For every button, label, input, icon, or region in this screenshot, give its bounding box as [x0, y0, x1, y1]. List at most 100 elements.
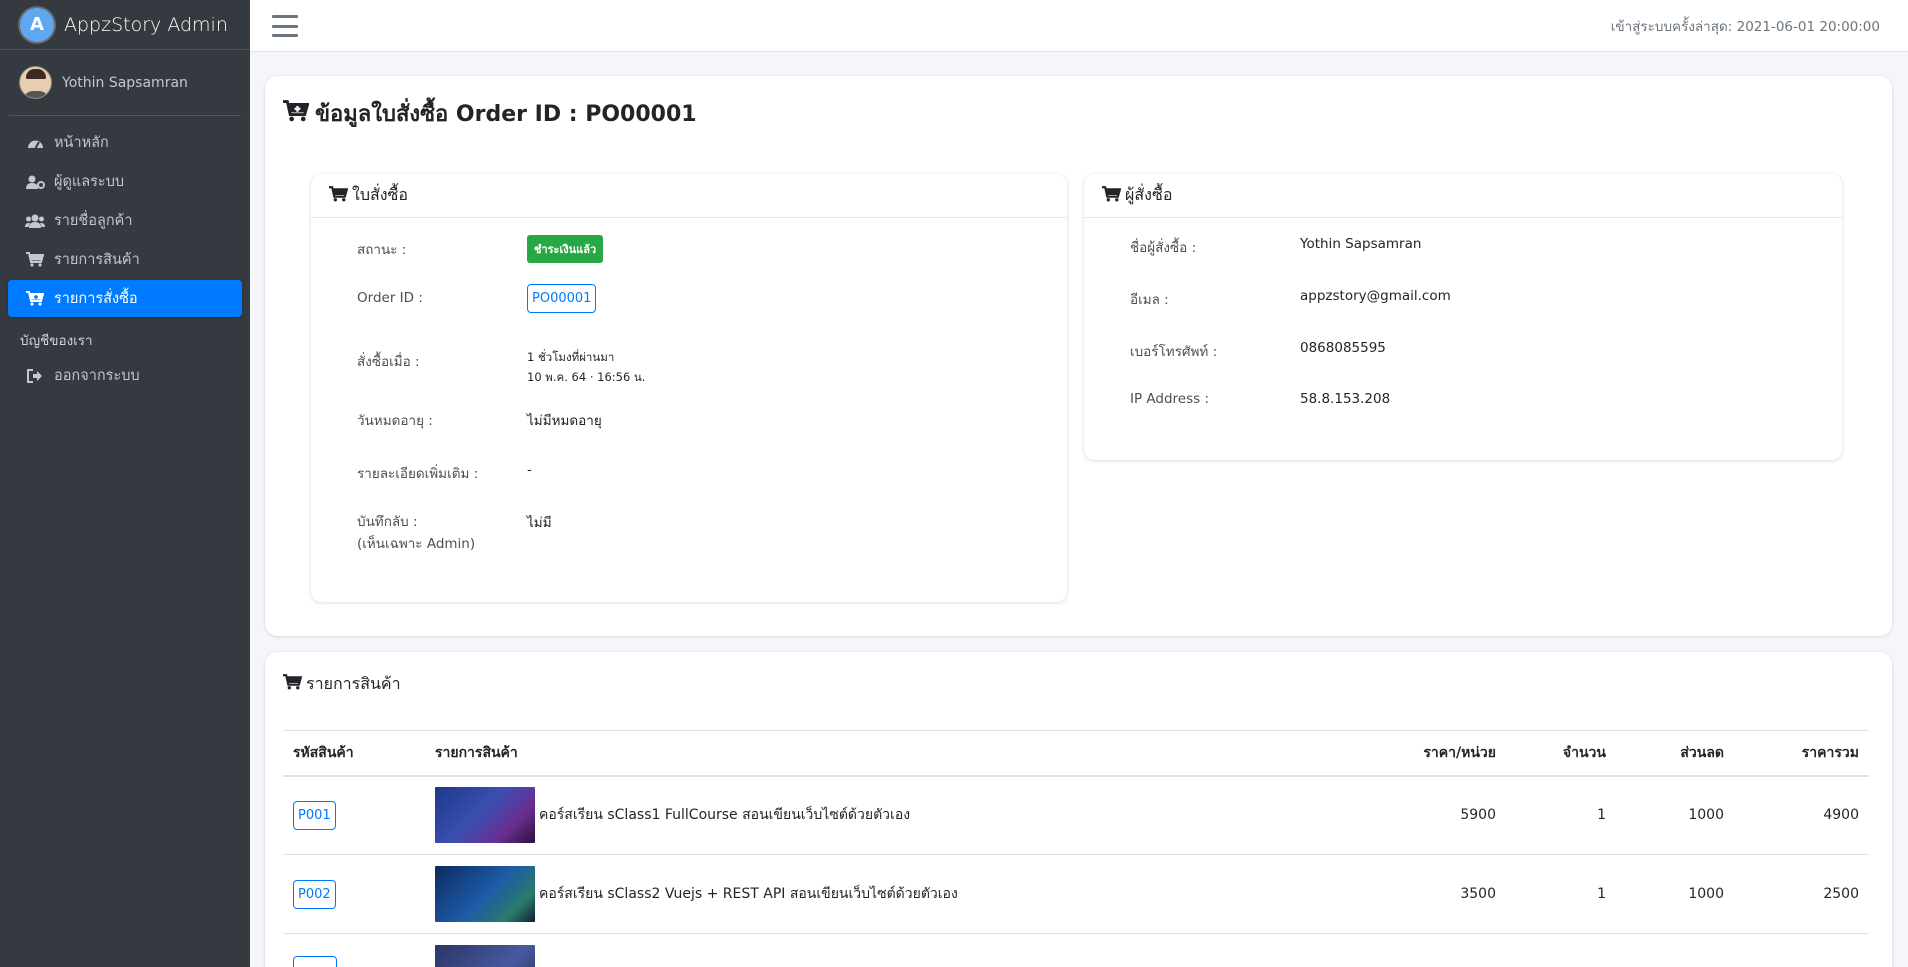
product-qty: 1 — [1506, 775, 1616, 855]
ordered-at-label: สั่งซื้อเมื่อ : — [357, 354, 420, 370]
buyer-phone-label: เบอร์โทรศัพท์ : — [1130, 344, 1218, 360]
buyer-name-label: ชื่อผู้สั่งซื้อ : — [1130, 240, 1197, 256]
table-row — [283, 933, 1869, 967]
details-value: - — [527, 462, 532, 478]
column-header: รายการสินค้า — [425, 730, 1346, 777]
note-label: บันทึกลับ : — [357, 514, 418, 530]
status-value-wrap: ชำระเงินแล้ว — [527, 235, 927, 263]
sidebar: A AppzStory Admin Yothin Sapsamran หน้าห… — [0, 0, 250, 967]
products-card-header: รายการสินค้า — [283, 672, 401, 697]
order-id-button[interactable]: PO00001 — [527, 284, 597, 313]
product-thumbnail — [435, 866, 535, 922]
order-card-title: ใบสั่งซื้อ — [352, 185, 409, 204]
buyer-card-title: ผู้สั่งซื้อ — [1125, 185, 1173, 204]
ordered-at-relative: 1 ชั่วโมงที่ผ่านมา — [527, 350, 615, 364]
sidebar-item-label: รายชื่อลูกค้า — [54, 213, 133, 229]
buyer-phone-value: 0868085595 — [1300, 340, 1386, 356]
product-code-cell: P001 — [283, 775, 425, 855]
sidebar-item-label: ผู้ดูแลระบบ — [54, 174, 125, 190]
buyer-card: ผู้สั่งซื้อ ชื่อผู้สั่งซื้อ : Yothin Sap… — [1084, 174, 1842, 460]
cart-plus-icon — [24, 291, 46, 306]
user-cog-icon — [24, 175, 46, 189]
last-login-text: เข้าสู่ระบบครั้งล่าสุด: 2021-06-01 20:00… — [1610, 19, 1880, 35]
product-price: 5900 — [1346, 775, 1506, 855]
cart-icon — [24, 252, 46, 267]
menu-toggle-icon[interactable] — [272, 15, 298, 37]
sidebar-item-label: หน้าหลัก — [54, 135, 109, 151]
order-details-card: ใบสั่งซื้อ สถานะ : ชำระเงินแล้ว Order ID… — [311, 174, 1067, 602]
sidebar-item-dashboard[interactable]: หน้าหลัก — [8, 124, 242, 161]
cart-plus-icon — [329, 185, 349, 206]
product-name-cell: คอร์สเรียน sClass2 Vuejs + REST API สอนเ… — [425, 854, 1346, 934]
page-title-text: ข้อมูลใบสั่งซื้อ Order ID : PO00001 — [315, 102, 697, 127]
avatar — [19, 66, 52, 99]
page-title: ข้อมูลใบสั่งซื้อ Order ID : PO00001 — [283, 96, 697, 131]
product-thumbnail — [435, 787, 535, 844]
sidebar-nav: หน้าหลัก ผู้ดูแลระบบ รายชื่อลูกค้า รายกา… — [0, 124, 250, 394]
order-id-label: Order ID : — [357, 290, 423, 306]
product-name-cell: คอร์สเรียน sClass1 FullCourse สอนเขียนเว… — [425, 775, 1346, 855]
sidebar-item-orders[interactable]: รายการสั่งซื้อ — [8, 280, 242, 317]
product-discount — [1616, 933, 1734, 967]
product-discount: 1000 — [1616, 854, 1734, 934]
note-label-wrap: บันทึกลับ : (เห็นเฉพาะ Admin) — [357, 511, 527, 555]
buyer-name-link[interactable]: Yothin Sapsamran — [1300, 236, 1700, 252]
product-code-cell — [283, 933, 425, 967]
dashboard-icon — [24, 136, 46, 150]
note-value: ไม่มี — [527, 515, 552, 531]
sidebar-item-logout[interactable]: ออกจากระบบ — [8, 357, 242, 394]
product-qty: 1 — [1506, 854, 1616, 934]
product-code-button[interactable] — [293, 956, 337, 967]
column-header: ส่วนลด — [1616, 730, 1734, 777]
ordered-at-date: 10 พ.ค. 64 · 16:56 น. — [527, 370, 646, 384]
product-name: คอร์สเรียน sClass1 FullCourse สอนเขียนเว… — [539, 807, 911, 824]
products-card-title: รายการสินค้า — [306, 674, 401, 693]
sidebar-item-label: รายการสินค้า — [54, 252, 140, 268]
user-panel[interactable]: Yothin Sapsamran — [9, 50, 241, 116]
column-header: ราคารวม — [1734, 730, 1869, 777]
table-row: P002 คอร์สเรียน sClass2 Vuejs + REST API… — [283, 854, 1869, 934]
product-name: คอร์สเรียน sClass2 Vuejs + REST API สอนเ… — [539, 886, 958, 902]
brand-logo: A — [20, 7, 54, 42]
product-total — [1734, 933, 1869, 967]
sidebar-item-customers[interactable]: รายชื่อลูกค้า — [8, 202, 242, 239]
product-code-cell: P002 — [283, 854, 425, 934]
buyer-email-value: appzstory@gmail.com — [1300, 288, 1451, 304]
product-name-cell — [425, 933, 1346, 967]
product-total: 2500 — [1734, 854, 1869, 934]
table-header-row: รหัสสินค้า รายการสินค้า ราคา/หน่วย จำนวน… — [283, 730, 1869, 777]
column-header: ราคา/หน่วย — [1346, 730, 1506, 777]
brand[interactable]: A AppzStory Admin — [0, 0, 250, 50]
order-id-value-wrap: PO00001 — [527, 284, 927, 313]
brand-title: AppzStory Admin — [64, 13, 228, 36]
product-price: 3500 — [1346, 854, 1506, 934]
buyer-card-header: ผู้สั่งซื้อ — [1084, 174, 1842, 218]
user-name: Yothin Sapsamran — [62, 74, 188, 91]
cart-plus-icon — [283, 674, 303, 695]
status-label: สถานะ : — [357, 242, 407, 258]
status-badge: ชำระเงินแล้ว — [527, 235, 604, 263]
column-header: รหัสสินค้า — [283, 730, 425, 777]
sidebar-item-products[interactable]: รายการสินค้า — [8, 241, 242, 278]
products-card: รายการสินค้า รหัสสินค้า รายการสินค้า ราค… — [265, 652, 1892, 967]
note-sublabel: (เห็นเฉพาะ Admin) — [357, 536, 476, 552]
sidebar-item-label: ออกจากระบบ — [54, 368, 140, 384]
column-header: จำนวน — [1506, 730, 1616, 777]
sidebar-item-admins[interactable]: ผู้ดูแลระบบ — [8, 163, 242, 200]
ordered-at-value: 1 ชั่วโมงที่ผ่านมา 10 พ.ค. 64 · 16:56 น. — [527, 347, 927, 387]
product-code-button[interactable]: P001 — [293, 800, 336, 830]
product-price — [1346, 933, 1506, 967]
details-label: รายละเอียดเพิ่มเติม : — [357, 466, 479, 482]
cart-plus-icon — [283, 99, 310, 128]
buyer-ip-value: 58.8.153.208 — [1300, 391, 1391, 407]
top-navbar: เข้าสู่ระบบครั้งล่าสุด: 2021-06-01 20:00… — [250, 0, 1908, 52]
users-icon — [24, 214, 46, 228]
product-total: 4900 — [1734, 775, 1869, 855]
order-info-card: ข้อมูลใบสั่งซื้อ Order ID : PO00001 ใบสั… — [265, 76, 1892, 636]
sidebar-item-label: รายการสั่งซื้อ — [54, 291, 138, 307]
cart-plus-icon — [1102, 185, 1122, 206]
products-table: รหัสสินค้า รายการสินค้า ราคา/หน่วย จำนวน… — [283, 730, 1869, 967]
buyer-ip-label: IP Address : — [1130, 391, 1210, 407]
product-thumbnail — [435, 945, 535, 967]
product-code-button[interactable]: P002 — [293, 879, 336, 909]
